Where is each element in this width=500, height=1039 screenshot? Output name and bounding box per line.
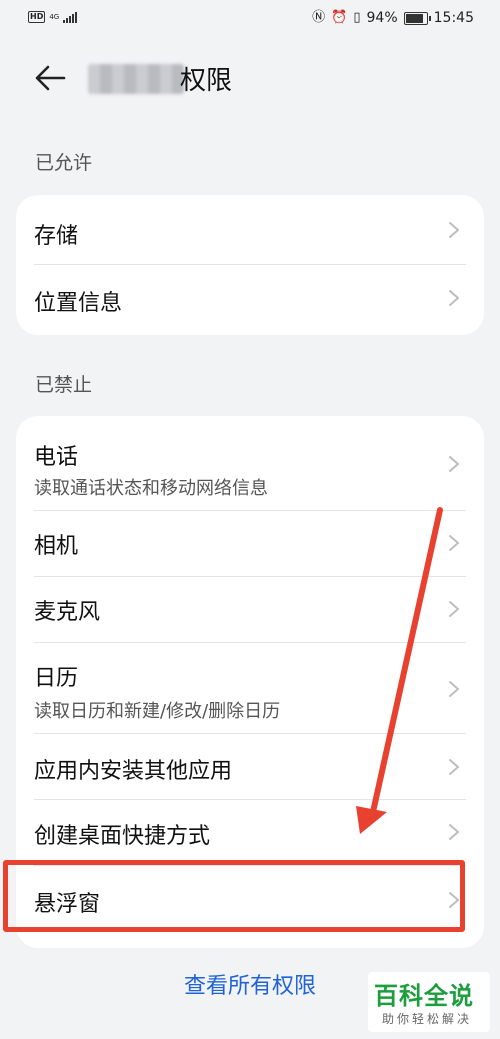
- section-allowed-label: 已允许: [35, 152, 93, 174]
- chevron-right-icon: [449, 892, 459, 908]
- permission-label: 电话: [34, 445, 79, 470]
- chevron-right-icon: [449, 681, 459, 697]
- permission-row-floating-window[interactable]: 悬浮窗: [16, 866, 484, 948]
- chevron-right-icon: [449, 456, 459, 472]
- chevron-right-icon: [449, 824, 459, 840]
- network-type: 4G: [49, 12, 60, 21]
- app-name-blurred: [88, 64, 184, 94]
- title-bar: 权限: [0, 48, 500, 108]
- denied-card: 电话 读取通话状态和移动网络信息 相机 麦克风 日历 读取日历和新建/修改/删除…: [16, 416, 484, 948]
- permission-description: 读取日历和新建/修改/删除日历: [34, 701, 281, 722]
- watermark-title: 百科全说: [374, 982, 474, 1010]
- status-left: HD 4G: [28, 11, 78, 23]
- permission-row-calendar[interactable]: 日历 读取日历和新建/修改/删除日历: [16, 643, 484, 734]
- nfc-icon: Ⓝ: [312, 10, 326, 25]
- hd-badge: HD: [28, 11, 46, 23]
- permission-row-microphone[interactable]: 麦克风: [16, 577, 484, 643]
- back-button[interactable]: [30, 62, 70, 94]
- alarm-icon: ⏰: [331, 10, 348, 25]
- permission-description: 读取通话状态和移动网络信息: [34, 478, 268, 499]
- permission-label: 相机: [34, 534, 79, 559]
- allowed-card: 存储 位置信息: [16, 195, 484, 335]
- permission-row-camera[interactable]: 相机: [16, 511, 484, 577]
- permission-label: 位置信息: [34, 291, 123, 316]
- permission-row-location[interactable]: 位置信息: [16, 265, 484, 335]
- permission-label: 悬浮窗: [34, 892, 101, 917]
- arrow-left-icon: [35, 65, 66, 91]
- page-title: 权限: [180, 66, 233, 96]
- permission-label: 麦克风: [34, 600, 101, 625]
- permission-row-phone[interactable]: 电话 读取通话状态和移动网络信息: [16, 416, 484, 511]
- signal-icon: [63, 11, 78, 23]
- permission-label: 创建桌面快捷方式: [34, 824, 211, 849]
- permission-label: 存储: [34, 224, 79, 249]
- battery-fill: [405, 13, 423, 23]
- permission-row-desktop-shortcut[interactable]: 创建桌面快捷方式: [16, 800, 484, 866]
- vibrate-icon: ▯: [353, 10, 361, 25]
- permission-label: 应用内安装其他应用: [34, 759, 233, 784]
- permission-row-install-apps[interactable]: 应用内安装其他应用: [16, 734, 484, 800]
- chevron-right-icon: [449, 222, 459, 238]
- chevron-right-icon: [449, 535, 459, 551]
- battery-icon: [403, 11, 431, 25]
- status-bar: HD 4G Ⓝ ⏰ ▯ 94% 15:45: [0, 0, 500, 38]
- chevron-right-icon: [449, 601, 459, 617]
- clock: 15:45: [433, 10, 474, 26]
- permission-row-storage[interactable]: 存储: [16, 195, 484, 265]
- section-denied-label: 已禁止: [35, 374, 93, 396]
- status-right: Ⓝ ⏰ ▯ 94% 15:45: [312, 10, 474, 26]
- battery-percent: 94%: [366, 10, 398, 26]
- chevron-right-icon: [449, 759, 459, 775]
- chevron-right-icon: [449, 290, 459, 306]
- watermark-logo: 百科全说 助你轻松解决: [368, 972, 490, 1032]
- watermark-subtitle: 助你轻松解决: [382, 1012, 473, 1026]
- permission-label: 日历: [34, 666, 79, 691]
